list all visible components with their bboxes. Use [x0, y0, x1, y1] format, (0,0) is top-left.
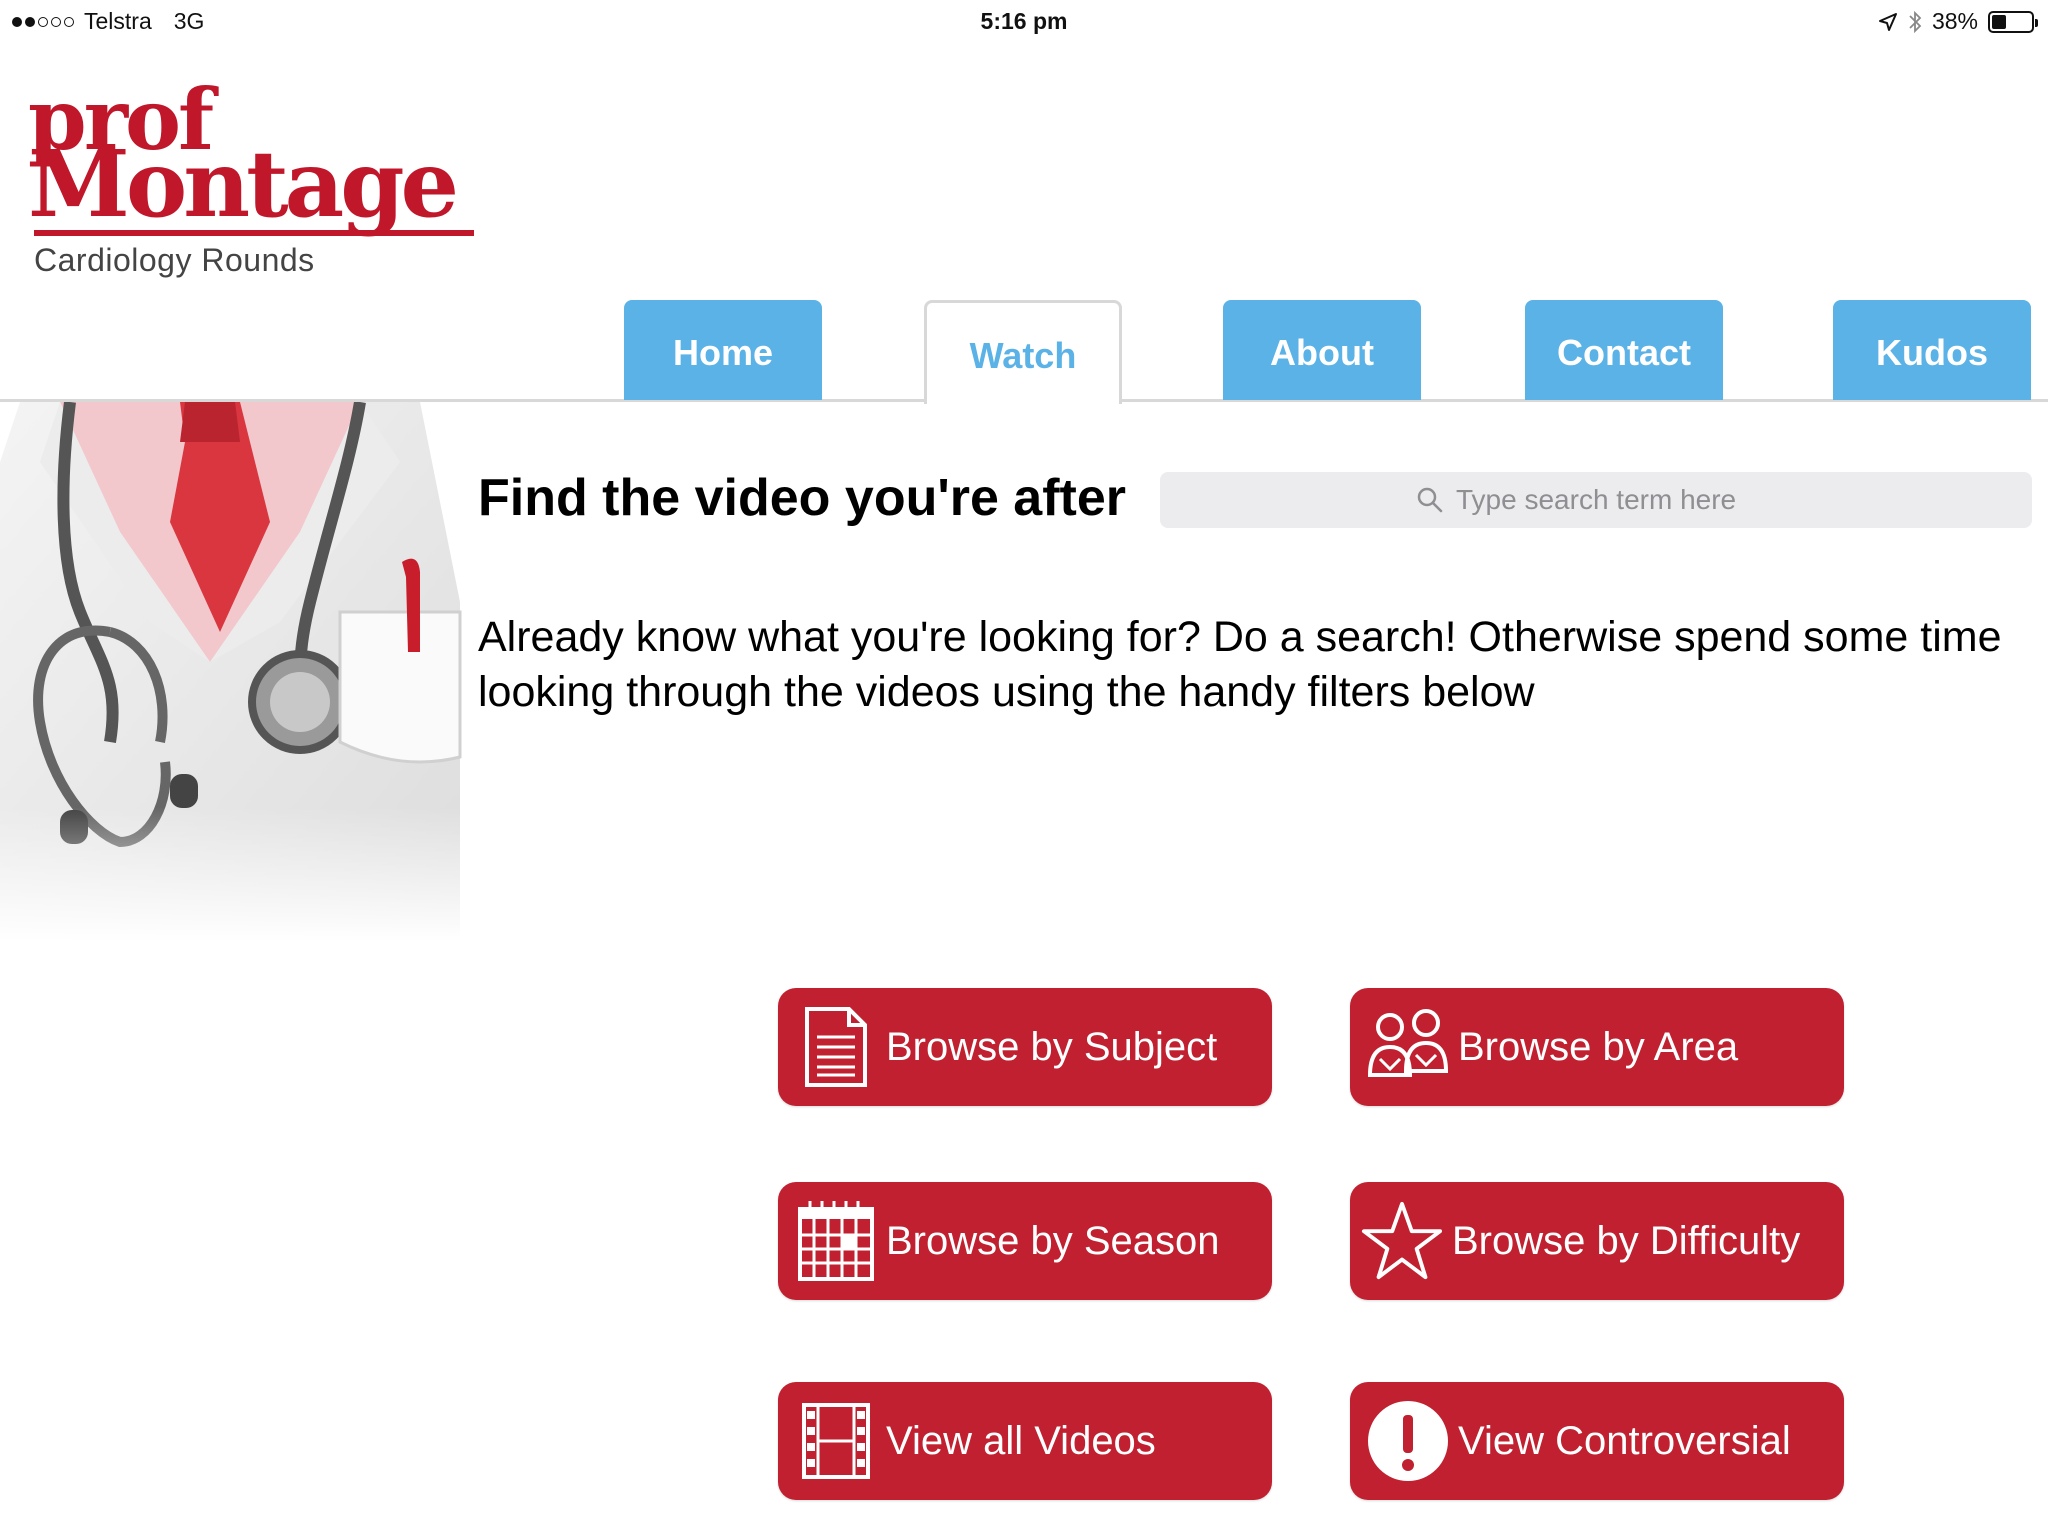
button-label: Browse by Area	[1458, 1024, 1739, 1069]
app-logo: prof Montage Cardiology Rounds	[28, 78, 474, 284]
tab-watch[interactable]: Watch	[924, 300, 1122, 404]
page-heading: Find the video you're after	[478, 469, 1127, 527]
calendar-icon	[798, 1201, 874, 1281]
battery-percent: 38%	[1931, 8, 1978, 34]
logo-subtitle: Cardiology Rounds	[34, 242, 315, 278]
button-label: Browse by Subject	[886, 1024, 1218, 1069]
tab-kudos[interactable]: Kudos	[1833, 300, 2031, 400]
document-icon	[805, 1007, 867, 1087]
view-controversial-button[interactable]: View Controversial	[1350, 1382, 1844, 1500]
search-bar[interactable]	[1160, 472, 2032, 528]
logo-line-montage: Montage	[28, 130, 459, 238]
intro-text: Already know what you're looking for? Do…	[478, 613, 2002, 716]
browse-by-subject-button[interactable]: Browse by Subject	[778, 988, 1272, 1106]
bluetooth-icon	[1909, 10, 1922, 33]
button-label: Browse by Season	[886, 1218, 1220, 1263]
browse-by-difficulty-button[interactable]: Browse by Difficulty	[1350, 1182, 1844, 1300]
button-label: View Controversial	[1458, 1418, 1791, 1463]
app-screen: Telstra 3G 5:16 pm 38% prof Montage Card…	[0, 0, 2048, 1536]
clock: 5:16 pm	[980, 8, 1068, 34]
star-icon	[1361, 1201, 1443, 1280]
tab-about[interactable]: About	[1223, 300, 1421, 400]
browse-by-area-button[interactable]: Browse by Area	[1350, 988, 1844, 1106]
film-icon	[802, 1403, 870, 1479]
view-all-videos-button[interactable]: View all Videos	[778, 1382, 1272, 1500]
button-label: View all Videos	[886, 1418, 1156, 1463]
people-icon	[1367, 1009, 1449, 1077]
doctor-illustration	[0, 402, 470, 942]
tab-home[interactable]: Home	[624, 300, 822, 400]
status-right: 38%	[1878, 8, 2038, 35]
browse-by-season-button[interactable]: Browse by Season	[778, 1182, 1272, 1300]
button-label: Browse by Difficulty	[1452, 1218, 1801, 1263]
exclamation-icon	[1368, 1401, 1448, 1481]
battery-fill	[1992, 14, 2007, 29]
logo-underline	[34, 230, 474, 236]
location-arrow-icon	[1878, 12, 1897, 31]
search-input[interactable]	[1456, 484, 1776, 516]
search-icon	[1417, 487, 1443, 513]
battery-icon	[1988, 10, 2038, 33]
status-bar: Telstra 3G 5:16 pm 38%	[0, 0, 2048, 42]
tab-contact[interactable]: Contact	[1525, 300, 1723, 400]
